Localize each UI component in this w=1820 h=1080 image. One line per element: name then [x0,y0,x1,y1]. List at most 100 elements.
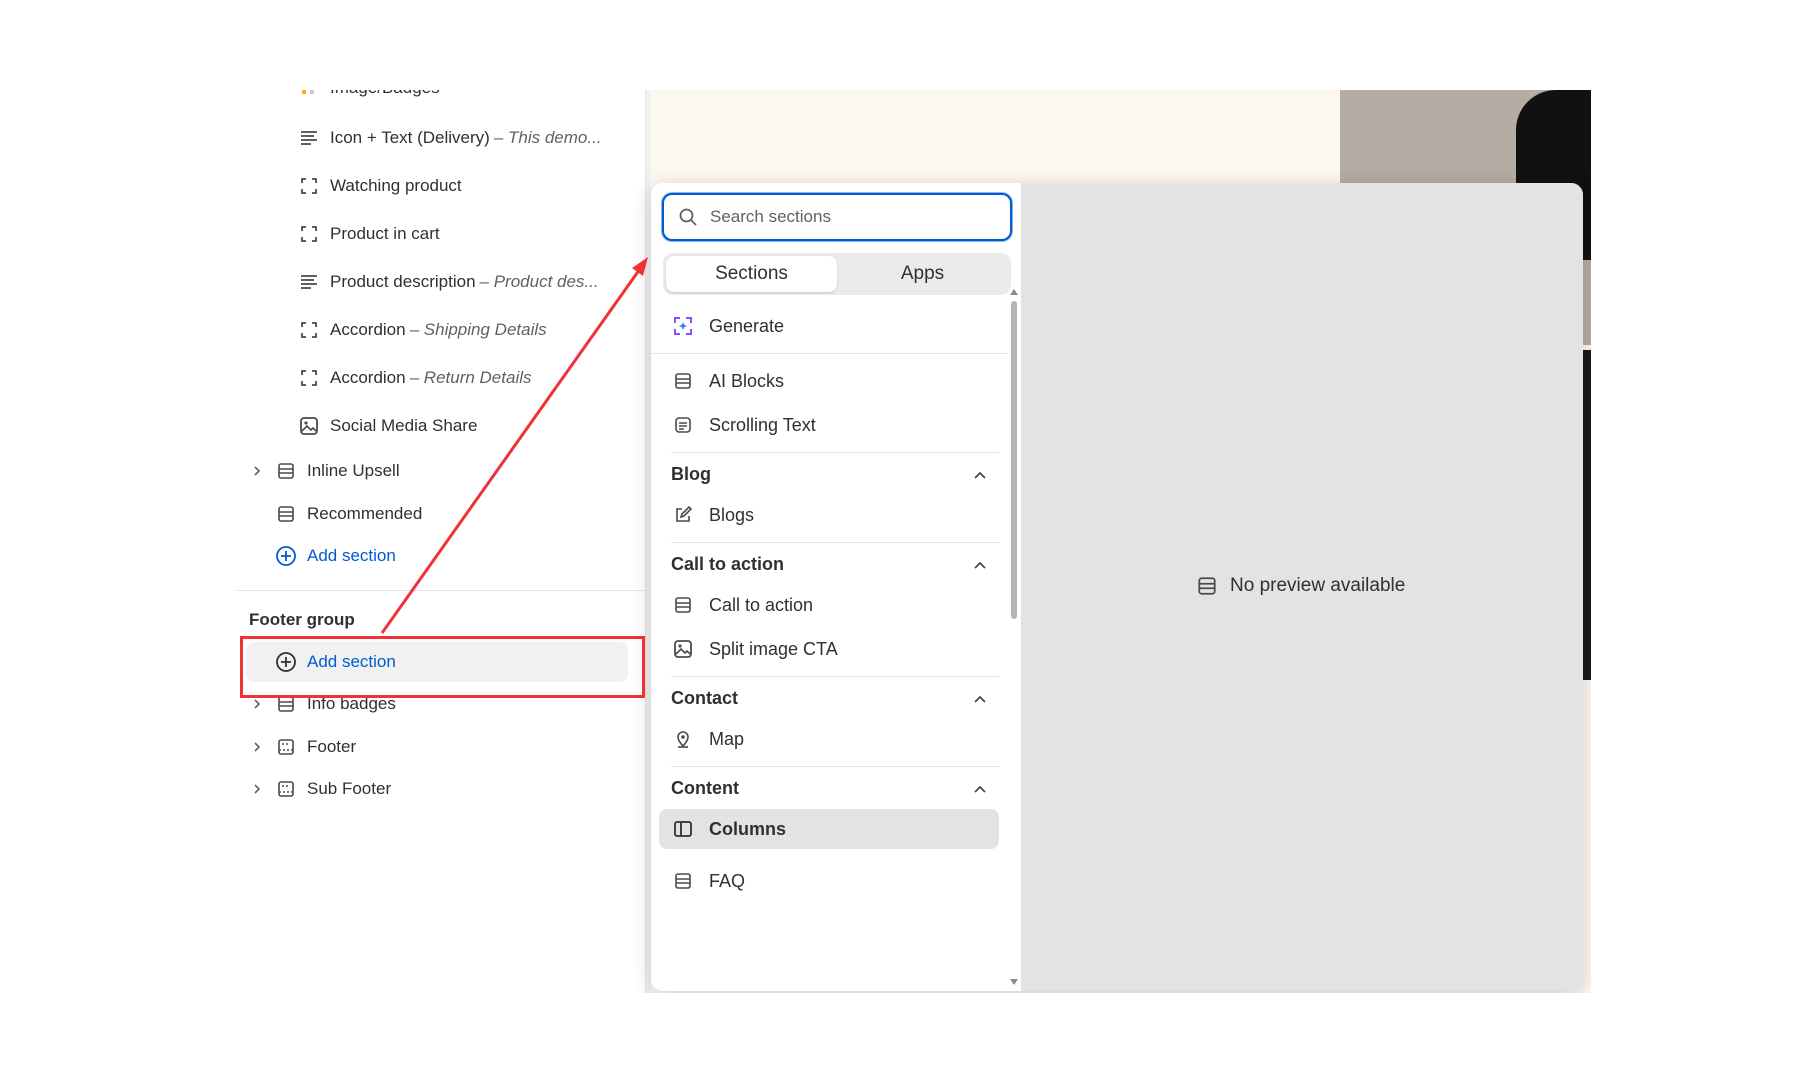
section-rows-icon [275,503,297,525]
tree-block-social-share[interactable]: Social Media Share [298,406,477,446]
list-divider [671,542,999,543]
columns-icon [671,817,695,841]
section-preview-pane: No preview available [1021,183,1583,991]
search-field[interactable] [662,193,1012,241]
tree-block-watching[interactable]: Watching product [298,166,462,206]
category-call-to-action[interactable]: Call to action [659,544,999,584]
add-circle-icon [275,545,297,567]
tree-section-label: Sub Footer [307,779,392,798]
edit-icon [671,503,695,527]
list-divider [671,452,999,453]
tab-apps[interactable]: Apps [837,256,1008,292]
block-frame-icon [298,319,320,341]
tree-block-delivery[interactable]: Icon + Text (Delivery) – This demo... [298,118,602,158]
tree-block-label: Watching product [330,176,462,195]
chevron-right-icon[interactable] [247,737,267,757]
tree-section-label: Footer [307,737,357,756]
footer-layout-icon [275,778,297,800]
list-item-scrolling-text[interactable]: Scrolling Text [659,405,999,445]
tree-block-label: Product in cart [330,224,440,243]
scroll-thumb[interactable] [1011,301,1017,619]
list-item-columns[interactable]: Columns [659,809,999,849]
tree-block-sub: – This demo... [493,128,602,147]
section-rows-icon [1196,575,1218,597]
tree-section-inline-upsell[interactable]: Inline Upsell [254,451,400,491]
list-item-generate[interactable]: Generate [659,306,999,346]
chevron-up-icon[interactable] [973,554,987,575]
list-item-call-to-action[interactable]: Call to action [659,585,999,625]
tree-section-recommended[interactable]: Recommended [275,494,422,534]
section-picker: Sections Apps Generate AI Blocks [651,183,1021,991]
chevron-up-icon[interactable] [973,778,987,799]
list-item-ai-blocks[interactable]: AI Blocks [659,361,999,401]
section-picker-popover: Sections Apps Generate AI Blocks [651,183,1583,991]
tree-block-description[interactable]: Product description – Product des... [298,262,599,302]
section-rows-icon [275,460,297,482]
category-content[interactable]: Content [659,768,999,808]
scroll-up-arrow[interactable] [1010,289,1018,295]
tree-block-label: Social Media Share [330,416,478,435]
tab-sections[interactable]: Sections [666,256,837,292]
search-input[interactable] [710,207,990,227]
chevron-right-icon[interactable] [247,461,267,481]
category-label: Blog [671,463,711,484]
tree-section-label: Info badges [307,694,396,713]
tree-block-sub: – Product des... [479,272,599,291]
tree-block-label: Accordion [330,320,406,339]
block-frame-icon [298,367,320,389]
add-section-label: Add section [307,546,396,565]
add-section-link[interactable]: Add section [275,536,396,576]
section-rows-icon [671,593,695,617]
tree-block-label: Icon + Text (Delivery) [330,128,490,147]
sections-sidebar: Image/Badges Icon + Text (Delivery) – Th… [236,90,646,993]
chevron-up-icon[interactable] [973,464,987,485]
section-rows-icon [275,693,297,715]
add-circle-icon [275,651,297,673]
sidebar-divider [236,590,645,591]
tree-section-label: Recommended [307,504,423,523]
tree-block-accordion-shipping[interactable]: Accordion – Shipping Details [298,310,547,350]
category-label: Call to action [671,553,785,574]
search-icon [678,207,698,227]
scroll-down-arrow[interactable] [1010,979,1018,985]
theme-editor-frame: Image/Badges Icon + Text (Delivery) – Th… [236,90,1591,993]
list-divider [671,676,999,677]
picker-tabs: Sections Apps [663,253,1011,295]
add-section-label: Add section [307,652,396,671]
footer-layout-icon [275,736,297,758]
image-badges-icon [298,90,320,99]
tree-section-label: Inline Upsell [307,461,400,480]
category-contact[interactable]: Contact [659,678,999,718]
footer-add-section-link[interactable]: Add section [275,642,396,682]
tree-section-sub-footer[interactable]: Sub Footer [254,769,392,809]
picker-scrollbar[interactable] [1008,289,1018,989]
tree-block-label: Product description [330,272,476,291]
list-item-label: Scrolling Text [709,414,816,435]
chevron-right-icon[interactable] [247,694,267,714]
list-item-map[interactable]: Map [659,719,999,759]
list-item-label: Columns [709,818,787,839]
tree-block-in-cart[interactable]: Product in cart [298,214,440,254]
category-label: Contact [671,687,738,708]
section-list: Generate AI Blocks Scrolling Text Blog B… [651,301,1007,991]
list-item-label: Generate [709,315,785,336]
list-item-blogs[interactable]: Blogs [659,495,999,535]
chevron-right-icon[interactable] [247,779,267,799]
list-item-faq[interactable]: FAQ [659,861,999,901]
chevron-up-icon[interactable] [973,688,987,709]
list-item-label: Call to action [709,594,814,615]
tree-section-footer[interactable]: Footer [254,727,357,767]
tree-section-info-badges[interactable]: Info badges [254,684,396,724]
tree-block-label: Accordion [330,368,406,387]
tree-block-accordion-return[interactable]: Accordion – Return Details [298,358,532,398]
scrolling-text-icon [671,413,695,437]
list-divider [671,766,999,767]
list-item-label: AI Blocks [709,370,785,391]
text-lines-icon [298,127,320,149]
block-frame-icon [298,223,320,245]
tree-block-partial[interactable]: Image/Badges [298,90,440,108]
list-item-label: Map [709,728,745,749]
list-item-split-image-cta[interactable]: Split image CTA [659,629,999,669]
list-divider [651,353,1007,354]
category-blog[interactable]: Blog [659,454,999,494]
